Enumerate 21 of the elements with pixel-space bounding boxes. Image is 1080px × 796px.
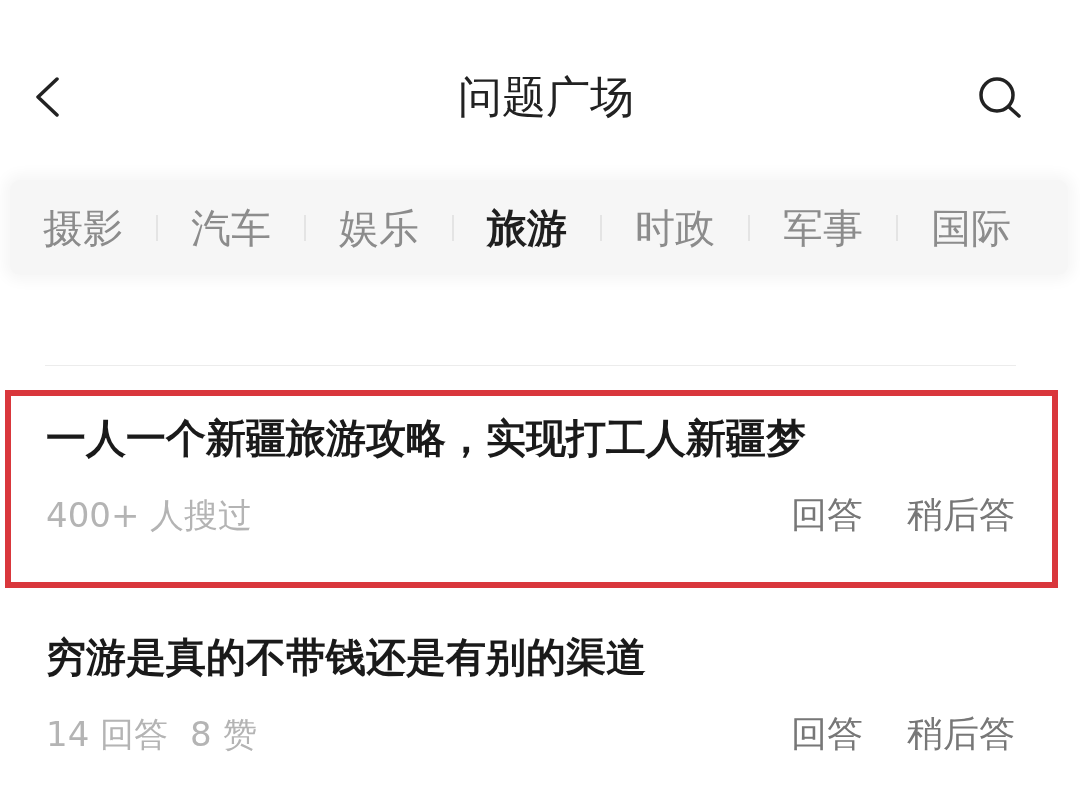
question-stats: 400+ 人搜过 [46, 494, 253, 537]
question-stats: 8 赞 [190, 713, 257, 756]
action-button[interactable]: 稍后答 [907, 710, 1015, 758]
question-stats: 14 回答 [46, 713, 169, 756]
search-icon [978, 76, 1022, 118]
category-tab[interactable]: 摄影 [10, 197, 156, 258]
category-tab[interactable]: 国际 [898, 197, 1044, 258]
back-button[interactable] [34, 77, 60, 117]
category-tab[interactable]: 军事 [750, 197, 896, 258]
page-title: 问题广场 [458, 71, 634, 123]
category-tab[interactable]: 汽车 [158, 197, 304, 258]
category-tab[interactable]: 时政 [602, 197, 748, 258]
question-title[interactable]: 一人一个新疆旅游攻略，实现打工人新疆梦 [46, 414, 1015, 462]
chevron-left-icon [34, 77, 60, 117]
category-tab[interactable]: 旅游 [454, 197, 600, 258]
action-button[interactable]: 稍后答 [907, 491, 1015, 539]
category-tab[interactable]: 娱乐 [306, 197, 452, 258]
action-button[interactable]: 回答 [791, 710, 863, 758]
question-title[interactable]: 穷游是真的不带钱还是有别的渠道 [46, 633, 1015, 681]
action-button[interactable]: 回答 [791, 491, 863, 539]
search-button[interactable] [978, 76, 1022, 118]
